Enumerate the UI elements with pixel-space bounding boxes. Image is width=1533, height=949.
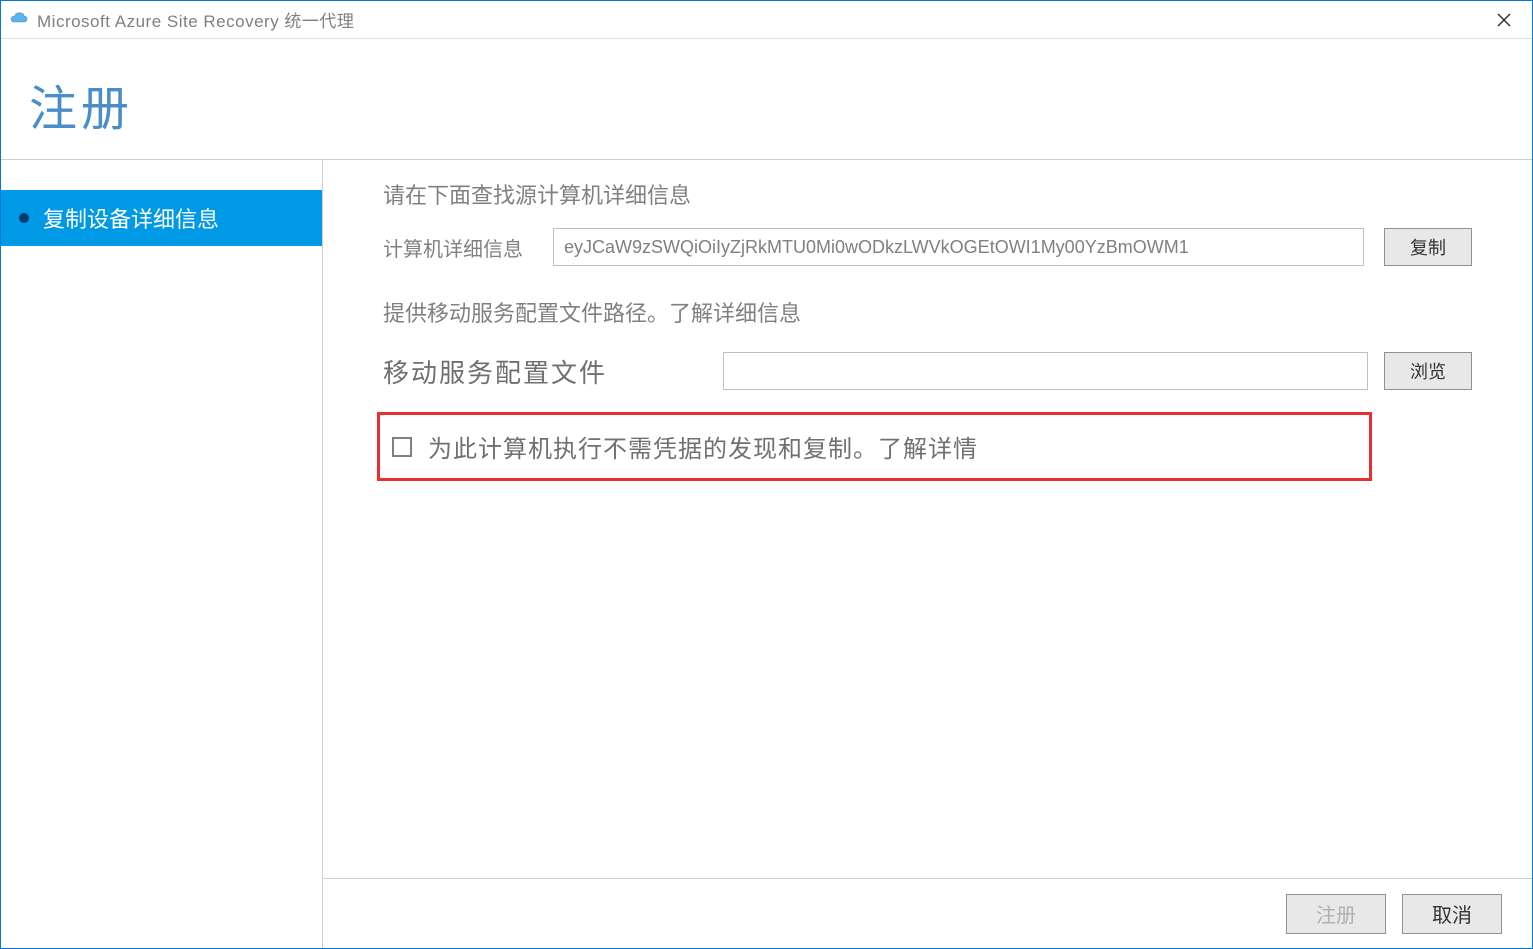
machine-details-label: 计算机详细信息 [383, 233, 553, 262]
register-button[interactable]: 注册 [1286, 894, 1386, 934]
config-file-label: 移动服务配置文件 [383, 353, 723, 390]
instruction-find-source: 请在下面查找源计算机详细信息 [383, 178, 1472, 210]
copy-button[interactable]: 复制 [1384, 228, 1472, 266]
credentialless-checkbox[interactable] [392, 437, 412, 457]
credentialless-checkbox-wrapper: 为此计算机执行不需凭据的发现和复制。了解详情 [386, 429, 978, 464]
credentialless-checkbox-label: 为此计算机执行不需凭据的发现和复制。了解详情 [428, 429, 978, 464]
app-icon [9, 10, 29, 30]
browse-button[interactable]: 浏览 [1384, 352, 1472, 390]
highlight-box: 为此计算机执行不需凭据的发现和复制。了解详情 [377, 412, 1372, 481]
footer: 注册 取消 [323, 878, 1532, 948]
instruction-config-path: 提供移动服务配置文件路径。了解详细信息 [383, 296, 1472, 328]
form-area: 请在下面查找源计算机详细信息 计算机详细信息 复制 提供移动服务配置文件路径。了… [323, 160, 1532, 878]
sidebar: 复制设备详细信息 [1, 160, 323, 948]
config-file-input[interactable] [723, 352, 1368, 390]
sidebar-item-label: 复制设备详细信息 [43, 202, 219, 234]
machine-details-input[interactable] [553, 228, 1364, 266]
config-file-row: 移动服务配置文件 浏览 [383, 352, 1472, 390]
main-content: 请在下面查找源计算机详细信息 计算机详细信息 复制 提供移动服务配置文件路径。了… [323, 160, 1532, 948]
titlebar: Microsoft Azure Site Recovery 统一代理 [1, 1, 1532, 39]
machine-details-row: 计算机详细信息 复制 [383, 228, 1472, 266]
window: Microsoft Azure Site Recovery 统一代理 注册 复制… [0, 0, 1533, 949]
page-title: 注册 [29, 69, 1504, 139]
cancel-button[interactable]: 取消 [1402, 894, 1502, 934]
body-section: 复制设备详细信息 请在下面查找源计算机详细信息 计算机详细信息 复制 提供移动服… [1, 160, 1532, 948]
titlebar-text: Microsoft Azure Site Recovery 统一代理 [37, 7, 1484, 32]
close-button[interactable] [1484, 5, 1524, 35]
bullet-icon [19, 213, 29, 223]
sidebar-item-device-details[interactable]: 复制设备详细信息 [1, 190, 322, 246]
header-section: 注册 [1, 39, 1532, 160]
